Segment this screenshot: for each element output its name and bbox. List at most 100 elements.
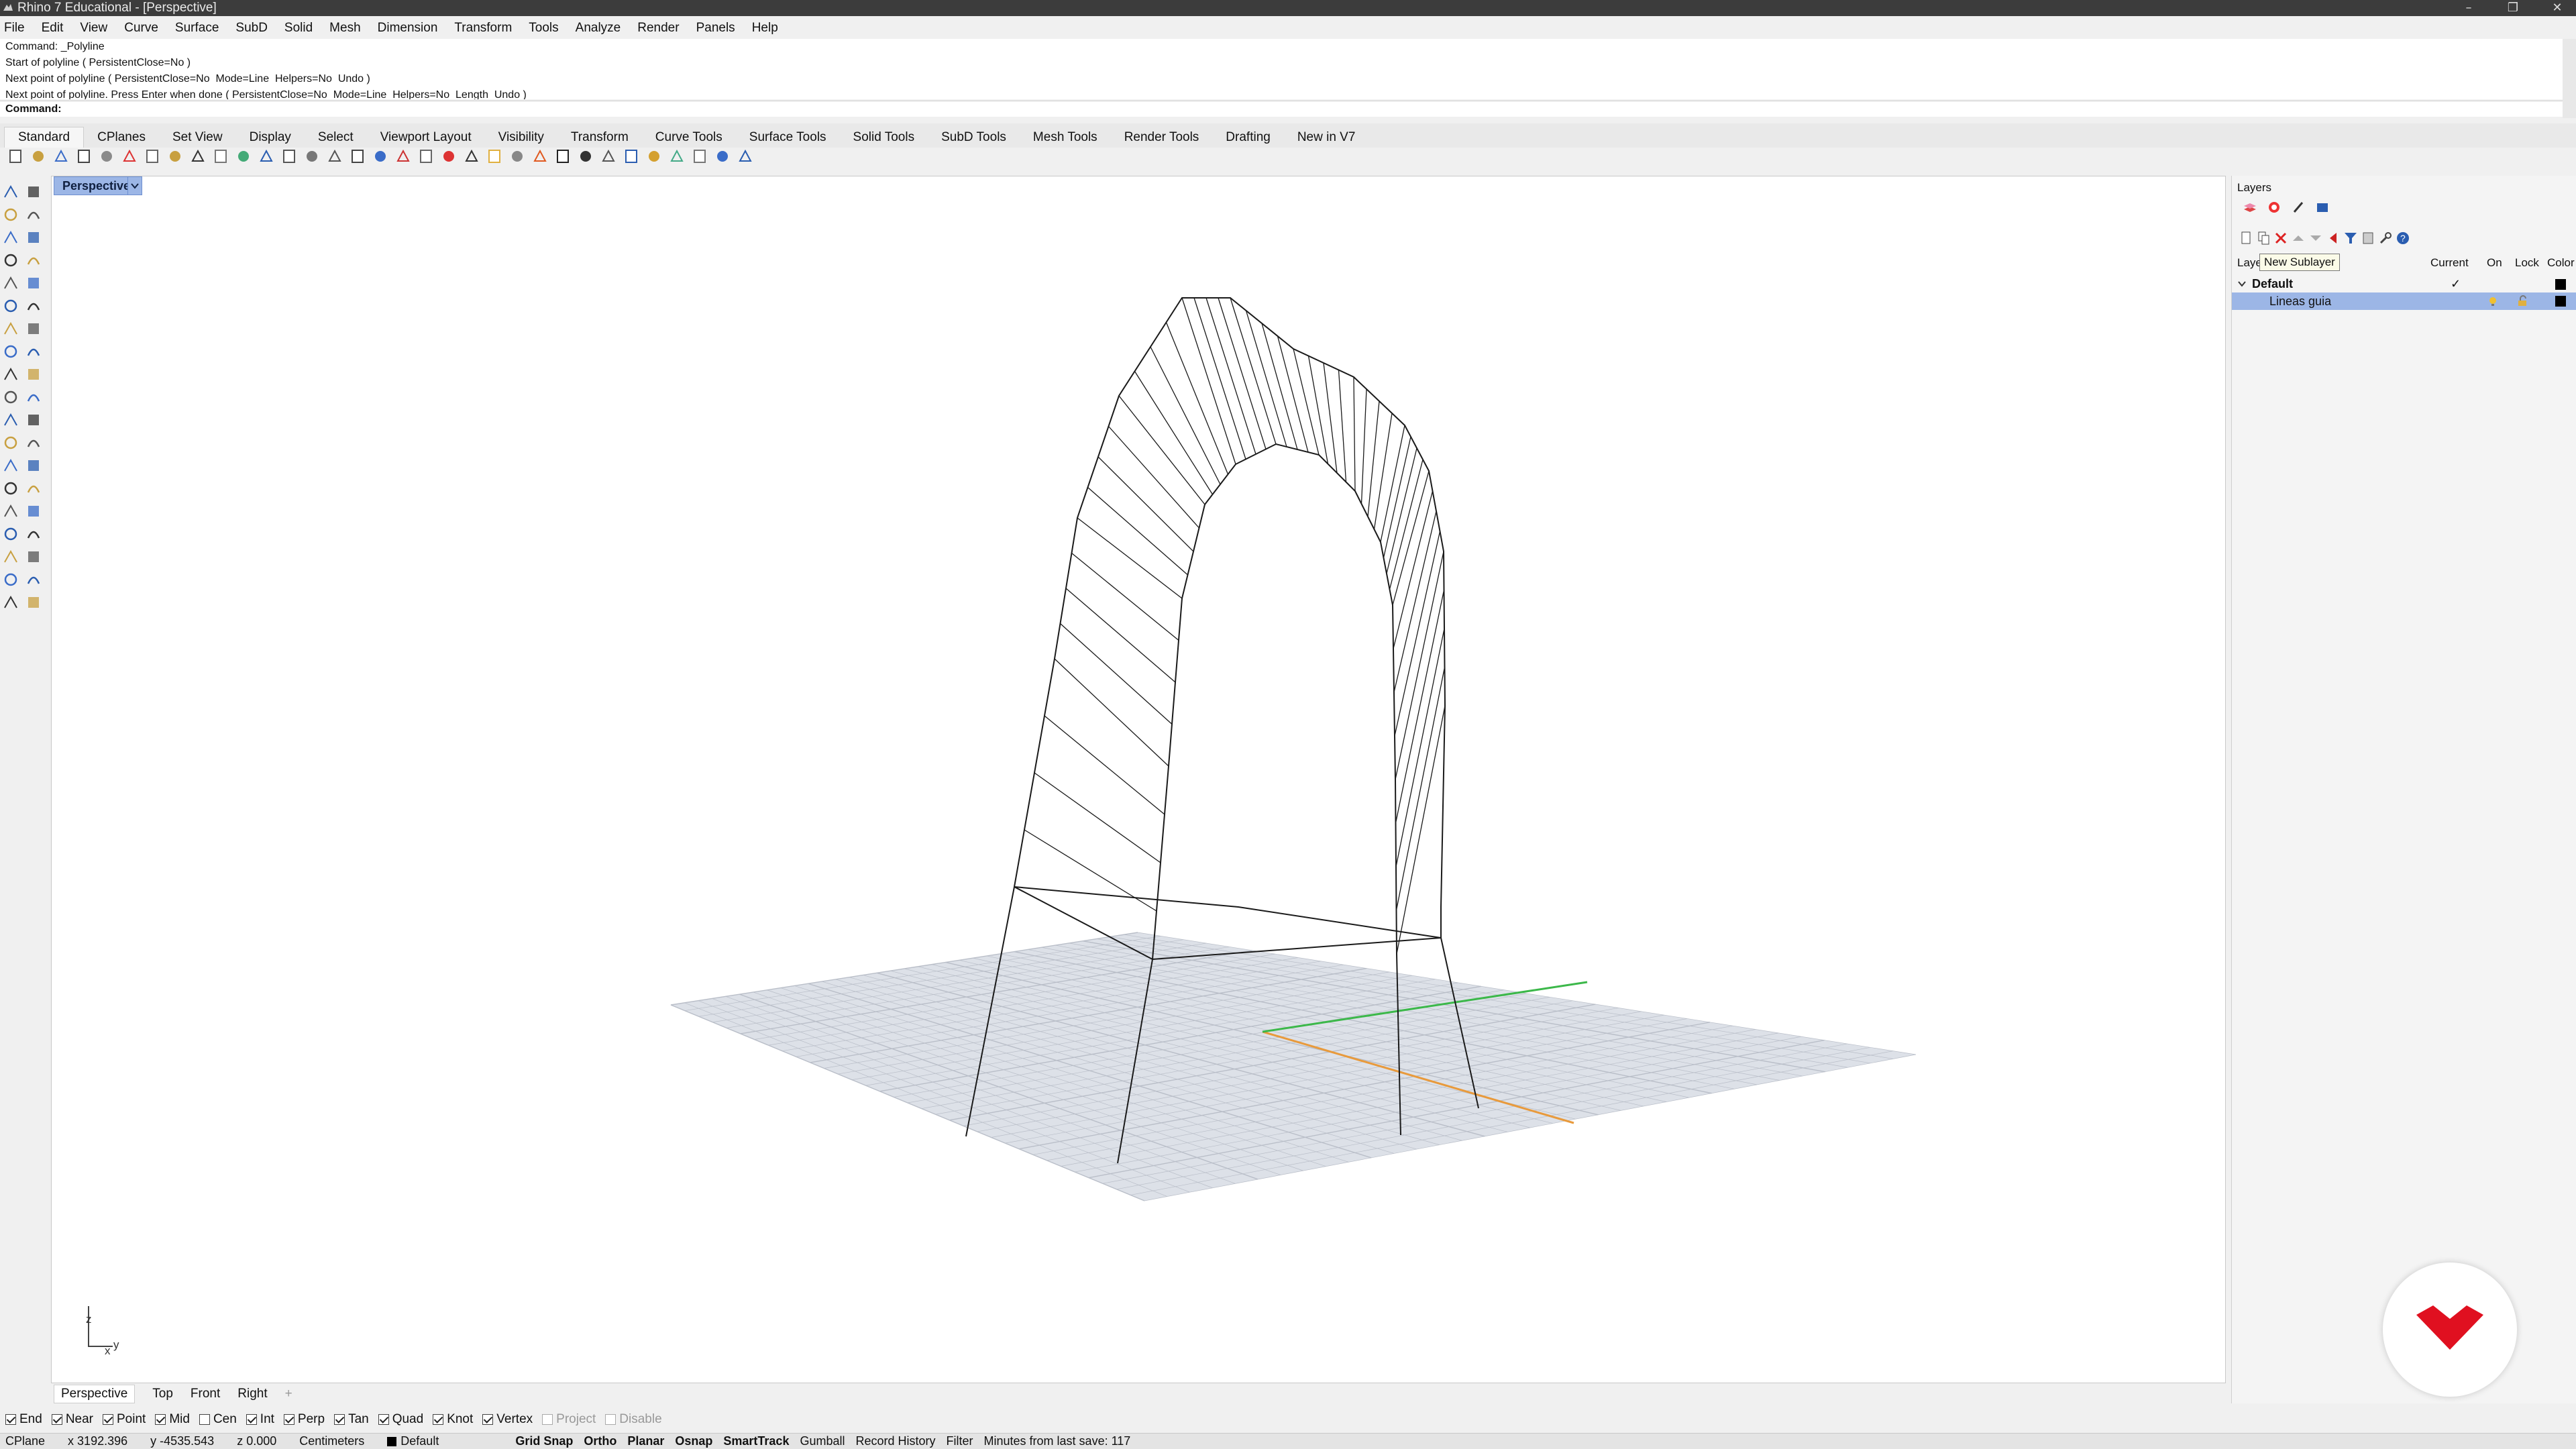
move-down-icon[interactable] [2307, 229, 2324, 247]
zoom-extents-icon[interactable] [303, 148, 321, 165]
menu-help[interactable]: Help [752, 21, 778, 36]
viewport-tab-right[interactable]: Right [237, 1387, 267, 1401]
menu-tools[interactable]: Tools [529, 21, 558, 36]
layer-states-icon[interactable] [2359, 229, 2377, 247]
ghosted-icon[interactable] [600, 148, 617, 165]
checkbox[interactable] [378, 1414, 389, 1425]
move-up-icon[interactable] [2290, 229, 2307, 247]
render-icon[interactable] [1, 547, 20, 566]
osnap-perp[interactable]: Perp [283, 1412, 325, 1427]
tab-mesh-tools[interactable]: Mesh Tools [1020, 127, 1111, 148]
close-button[interactable]: ✕ [2537, 0, 2576, 16]
viewport-tab-perspective[interactable]: Perspective [54, 1385, 136, 1403]
record-history-toggle[interactable]: Record History [855, 1434, 935, 1448]
grid-snap-toggle[interactable]: Grid Snap [515, 1434, 573, 1448]
rotate-icon[interactable] [24, 502, 43, 521]
command-scrollbar[interactable] [2563, 39, 2576, 118]
menu-subd[interactable]: SubD [235, 21, 268, 36]
options-icon[interactable] [714, 148, 731, 165]
layer-row-lineas-guia[interactable]: Lineas guia [2232, 292, 2576, 310]
layers-tab-icon[interactable] [2241, 199, 2259, 216]
check-icon[interactable] [24, 547, 43, 566]
tab-visibility[interactable]: Visibility [485, 127, 557, 148]
zoom-window-icon[interactable] [258, 148, 275, 165]
fillet-icon[interactable] [1, 365, 20, 384]
analyze-icon[interactable] [24, 525, 43, 543]
point-icon[interactable] [463, 148, 480, 165]
solid-box-icon[interactable] [1, 319, 20, 338]
layer-row-default[interactable]: Default ✓ [2232, 275, 2576, 292]
join-icon[interactable] [1, 411, 20, 429]
delete-layer-icon[interactable] [2272, 229, 2290, 247]
menu-solid[interactable]: Solid [284, 21, 313, 36]
print-icon[interactable] [75, 148, 93, 165]
osnap-toggle[interactable]: Osnap [675, 1434, 712, 1448]
sphere-icon[interactable] [24, 319, 43, 338]
pan-icon[interactable] [212, 148, 229, 165]
properties-tab-icon[interactable] [2290, 199, 2307, 216]
boolean-icon[interactable] [24, 342, 43, 361]
paste-icon[interactable] [166, 148, 184, 165]
libraries-tab-icon[interactable] [2314, 199, 2331, 216]
checkbox[interactable] [155, 1414, 166, 1425]
checkbox[interactable] [246, 1414, 257, 1425]
command-history[interactable]: Command: _Polyline Start of polyline ( P… [0, 39, 2563, 99]
menu-analyze[interactable]: Analyze [576, 21, 621, 36]
zoom-selected-icon[interactable] [326, 148, 343, 165]
menu-transform[interactable]: Transform [454, 21, 512, 36]
tab-curve-tools[interactable]: Curve Tools [642, 127, 736, 148]
checkbox[interactable] [283, 1414, 294, 1425]
line-icon[interactable] [440, 148, 458, 165]
osnap-quad[interactable]: Quad [378, 1412, 423, 1427]
osnap-near[interactable]: Near [51, 1412, 93, 1427]
scale-icon[interactable] [1, 525, 20, 543]
checkbox[interactable] [103, 1414, 113, 1425]
rotate-view-icon[interactable] [235, 148, 252, 165]
minimize-button[interactable]: – [2449, 0, 2489, 16]
viewport-tab-top[interactable]: Top [152, 1387, 173, 1401]
gumball-toggle[interactable]: Gumball [800, 1434, 845, 1448]
checkbox[interactable] [482, 1414, 494, 1425]
select-icon[interactable] [1, 182, 20, 201]
tab-drafting[interactable]: Drafting [1212, 127, 1284, 148]
tab-set-view[interactable]: Set View [159, 127, 236, 148]
tab-solid-tools[interactable]: Solid Tools [840, 127, 928, 148]
polygon-icon[interactable] [1, 274, 20, 292]
checkbox[interactable] [542, 1414, 553, 1425]
settings-icon[interactable] [691, 148, 708, 165]
menu-file[interactable]: File [4, 21, 25, 36]
polyline-icon[interactable] [1, 205, 20, 224]
four-viewports-icon[interactable] [372, 148, 389, 165]
menu-dimension[interactable]: Dimension [378, 21, 438, 36]
lightbulb-on-icon[interactable] [2487, 295, 2499, 307]
checkbox[interactable] [5, 1414, 16, 1425]
menu-surface[interactable]: Surface [175, 21, 219, 36]
filter-toggle[interactable]: Filter [947, 1434, 973, 1448]
current-layer-indicator[interactable]: Default [387, 1434, 439, 1448]
checkbox[interactable] [334, 1414, 345, 1425]
freeform-icon[interactable] [24, 274, 43, 292]
expand-chevron-icon[interactable] [2237, 279, 2247, 288]
chamfer-icon[interactable] [24, 365, 43, 384]
osnap-vertex[interactable]: Vertex [482, 1412, 533, 1427]
lamp-icon[interactable] [486, 148, 503, 165]
curve-icon[interactable] [24, 205, 43, 224]
osnap-mid[interactable]: Mid [155, 1412, 190, 1427]
layer-color-swatch[interactable] [2555, 296, 2566, 307]
filter-icon[interactable] [2342, 229, 2359, 247]
import-icon[interactable] [98, 148, 115, 165]
smarttrack-toggle[interactable]: SmartTrack [723, 1434, 789, 1448]
open-icon[interactable] [30, 148, 47, 165]
trim-icon[interactable] [1, 388, 20, 407]
save-icon[interactable] [52, 148, 70, 165]
surface-icon[interactable] [1, 297, 20, 315]
copy-icon[interactable] [144, 148, 161, 165]
tab-subd-tools[interactable]: SubD Tools [928, 127, 1020, 148]
viewport-tab-front[interactable]: Front [191, 1387, 220, 1401]
tools-icon[interactable] [2377, 229, 2394, 247]
checkbox[interactable] [605, 1414, 616, 1425]
new-sublayer-icon[interactable] [2255, 229, 2272, 247]
units-label[interactable]: Centimeters [299, 1434, 364, 1448]
rectangle-icon[interactable] [24, 251, 43, 270]
paint-icon[interactable] [24, 570, 43, 589]
